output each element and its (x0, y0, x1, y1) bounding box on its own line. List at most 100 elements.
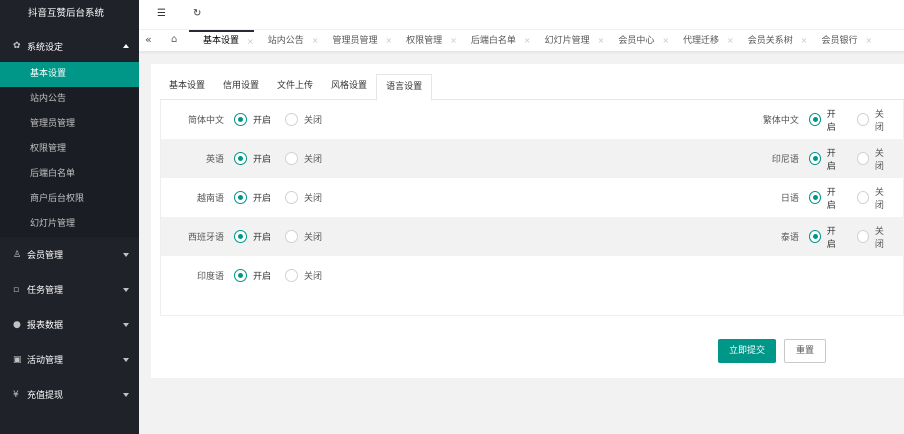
tab-item[interactable]: 幻灯片管理 × (531, 30, 605, 51)
radio-disable[interactable]: 关闭 (285, 230, 322, 243)
radio-circle[interactable] (856, 152, 869, 165)
tab-item[interactable]: 权限管理 × (392, 30, 457, 51)
tab-item[interactable]: 会员银行 × (807, 30, 872, 51)
language-field: 泰语 开启 关闭 (741, 217, 904, 256)
menu-toggle-icon[interactable]: ☰ (157, 8, 166, 19)
close-icon[interactable]: × (598, 30, 605, 51)
refresh-icon[interactable]: ↻ (193, 8, 201, 19)
sidebar-item-admin-management[interactable]: 管理员管理 (0, 112, 139, 137)
settings-tab[interactable]: 风格设置 (322, 74, 376, 100)
tab-label: 幻灯片管理 (544, 36, 590, 46)
radio-circle[interactable] (285, 191, 299, 204)
radio-circle[interactable] (234, 230, 247, 243)
radio-enable[interactable]: 开启 (234, 113, 271, 126)
radio-circle[interactable] (285, 230, 299, 243)
radio-enable[interactable]: 开启 (808, 185, 843, 211)
tab-item[interactable]: 管理员管理 × (318, 30, 392, 51)
sidebar-item-permissions[interactable]: 权限管理 (0, 137, 139, 162)
form-row: 印度语 开启 关闭 (161, 256, 904, 295)
sidebar-group-tasks[interactable]: ▫ 任务管理 (0, 272, 139, 307)
radio-circle[interactable] (234, 152, 247, 165)
radio-circle[interactable] (234, 113, 247, 126)
language-field: 日语 开启 关闭 (741, 178, 904, 217)
language-field: 英语 开启 关闭 (161, 139, 336, 178)
radio-circle[interactable] (285, 113, 299, 126)
language-field: 西班牙语 开启 关闭 (161, 217, 336, 256)
radio-circle[interactable] (808, 230, 821, 243)
radio-enable[interactable]: 开启 (234, 269, 271, 282)
radio-label: 开启 (826, 187, 836, 211)
radio-circle[interactable] (808, 191, 821, 204)
sidebar-item-merchant-permissions[interactable]: 商户后台权限 (0, 187, 139, 212)
radio-disable[interactable]: 关闭 (285, 152, 322, 165)
radio-circle[interactable] (808, 152, 821, 165)
tab-item[interactable]: 会员关系树 × (734, 30, 808, 51)
close-icon[interactable]: × (801, 30, 808, 51)
reset-button[interactable]: 重置 (784, 339, 826, 363)
radio-label: 关闭 (874, 109, 884, 133)
settings-tab[interactable]: 文件上传 (268, 74, 322, 100)
radio-circle[interactable] (808, 113, 821, 126)
sidebar-group-label: 活动管理 (27, 356, 64, 366)
language-label: 西班牙语 (187, 233, 224, 243)
tab-label: 权限管理 (406, 36, 443, 46)
settings-tab[interactable]: 语言设置 (376, 74, 433, 101)
home-icon[interactable]: ⌂ (171, 34, 177, 45)
close-icon[interactable]: × (524, 30, 531, 51)
radio-disable[interactable]: 关闭 (856, 107, 891, 133)
language-field: 越南语 开启 关闭 (161, 178, 336, 217)
chevron-double-left-icon[interactable]: « (145, 33, 152, 46)
radio-enable[interactable]: 开启 (808, 146, 843, 172)
tab-item[interactable]: 后端白名单 × (457, 30, 531, 51)
radio-disable[interactable]: 关闭 (856, 185, 891, 211)
sidebar-group-reports[interactable]: ● 报表数据 (0, 307, 139, 342)
sidebar-group-recharge-withdraw[interactable]: ¥ 充值提现 (0, 377, 139, 412)
radio-label: 关闭 (304, 272, 323, 282)
radio-label: 开启 (253, 233, 272, 243)
radio-disable[interactable]: 关闭 (285, 113, 322, 126)
radio-disable[interactable]: 关闭 (285, 191, 322, 204)
tab-item[interactable]: 会员中心 × (604, 30, 669, 51)
close-icon[interactable]: × (312, 30, 319, 51)
sidebar-group-members[interactable]: ♙ 会员管理 (0, 237, 139, 272)
radio-enable[interactable]: 开启 (808, 107, 843, 133)
tab-item[interactable]: 基本设置 × (189, 30, 254, 51)
close-icon[interactable]: × (865, 30, 872, 51)
radio-disable[interactable]: 关闭 (285, 269, 322, 282)
radio-circle[interactable] (856, 230, 869, 243)
close-icon[interactable]: × (385, 30, 392, 51)
language-label: 日语 (780, 194, 799, 204)
radio-circle[interactable] (285, 152, 299, 165)
radio-circle[interactable] (285, 269, 299, 282)
close-icon[interactable]: × (450, 30, 457, 51)
language-label: 简体中文 (187, 116, 224, 126)
sidebar-item-slideshow[interactable]: 幻灯片管理 (0, 212, 139, 237)
radio-disable[interactable]: 关闭 (856, 224, 891, 250)
radio-circle[interactable] (234, 269, 247, 282)
close-icon[interactable]: × (727, 30, 734, 51)
settings-tab[interactable]: 信用设置 (214, 74, 268, 100)
radio-circle[interactable] (856, 191, 869, 204)
tab-item[interactable]: 站内公告 × (254, 30, 319, 51)
radio-enable[interactable]: 开启 (234, 191, 271, 204)
sidebar-group-activities[interactable]: ▣ 活动管理 (0, 342, 139, 377)
close-icon[interactable]: × (662, 30, 669, 51)
radio-circle[interactable] (856, 113, 869, 126)
settings-panel: 基本设置 信用设置 文件上传 风格设置 语言设置 简体中文 开启 关闭 繁体中文 开启 关闭 英语开… (151, 64, 904, 378)
radio-circle[interactable] (234, 191, 247, 204)
sidebar-item-backend-whitelist[interactable]: 后端白名单 (0, 162, 139, 187)
tab-item[interactable]: 代理迁移 × (669, 30, 734, 51)
sidebar-item-basic-settings[interactable]: 基本设置 (0, 62, 139, 87)
radio-enable[interactable]: 开启 (234, 152, 271, 165)
tab-label: 管理员管理 (332, 36, 378, 46)
settings-tab[interactable]: 基本设置 (160, 74, 214, 100)
radio-enable[interactable]: 开启 (808, 224, 843, 250)
sidebar-group-system-settings[interactable]: ✿ 系统设定 (0, 30, 139, 62)
yen-icon: ¥ (13, 389, 19, 400)
radio-enable[interactable]: 开启 (234, 230, 271, 243)
tab-label: 基本设置 (203, 36, 240, 46)
sidebar-item-announcements[interactable]: 站内公告 (0, 87, 139, 112)
submit-button[interactable]: 立即提交 (718, 339, 776, 363)
close-icon[interactable]: × (247, 32, 254, 51)
radio-disable[interactable]: 关闭 (856, 146, 891, 172)
